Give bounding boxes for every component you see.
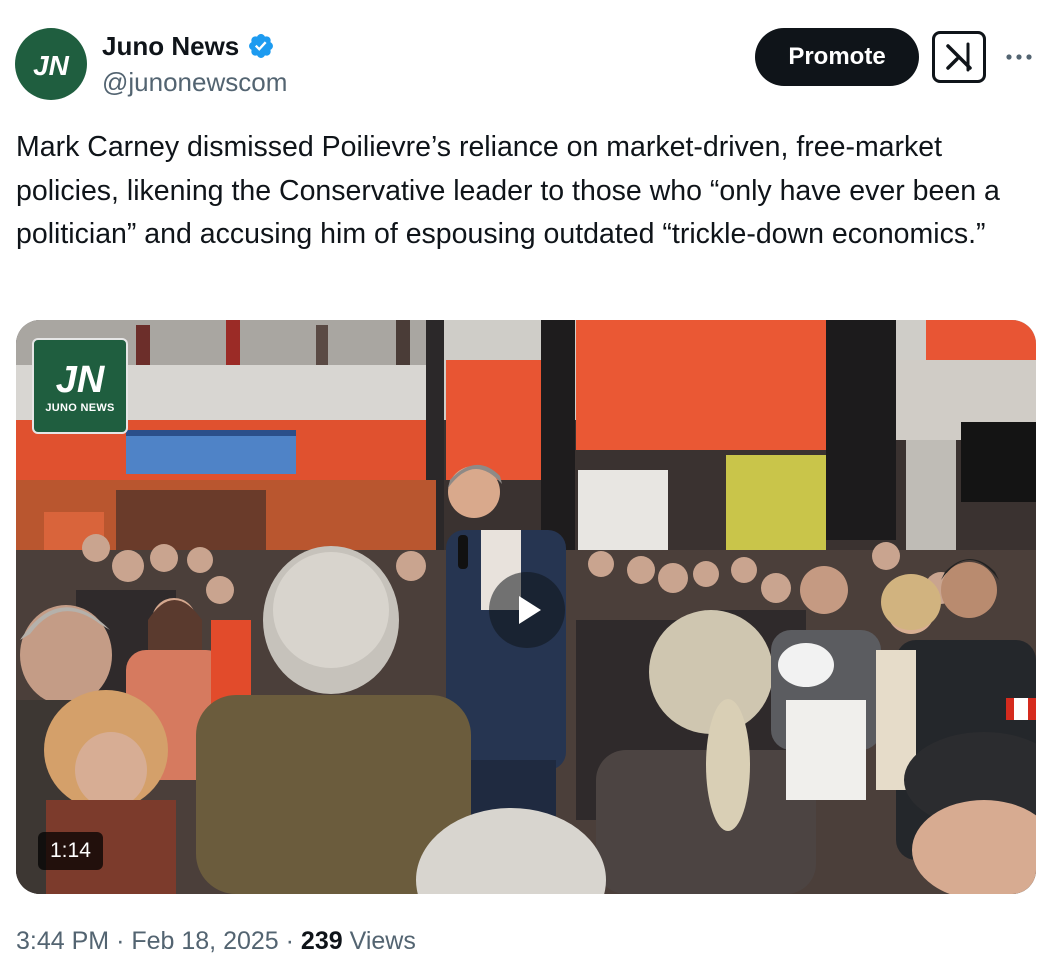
juno-news-logo-icon: JN — [56, 359, 106, 398]
tweet-date[interactable]: Feb 18, 2025 — [131, 927, 278, 955]
tweet-header: JN Juno News @junonewscom Promote — [0, 0, 1054, 110]
author-name-row: Juno News — [102, 30, 275, 62]
promote-button[interactable]: Promote — [755, 28, 919, 86]
tweet-time[interactable]: 3:44 PM — [16, 927, 109, 955]
tweet-meta: 3:44 PM · Feb 18, 2025 · 239 Views — [16, 922, 416, 960]
views-label: Views — [349, 927, 416, 955]
watermark-text: JUNO NEWS — [45, 402, 115, 414]
juno-news-watermark: JN JUNO NEWS — [32, 338, 128, 434]
views-count: 239 — [300, 927, 343, 955]
grok-icon — [946, 42, 972, 72]
more-options-icon — [1006, 54, 1032, 60]
grok-button[interactable] — [932, 31, 986, 83]
tweet-text: Mark Carney dismissed Poilievre’s relian… — [16, 131, 1000, 250]
play-button[interactable] — [489, 572, 565, 648]
play-icon — [519, 596, 541, 624]
video-player[interactable]: JN JUNO NEWS 1:14 — [16, 320, 1036, 894]
avatar[interactable]: JN — [15, 28, 87, 100]
verified-badge-icon — [249, 34, 274, 58]
more-options-button[interactable] — [1002, 40, 1036, 74]
meta-separator: · — [116, 927, 125, 955]
juno-news-logo-icon: JN — [33, 50, 70, 79]
author-display-name[interactable]: Juno News — [102, 30, 239, 62]
svg-text:JN: JN — [33, 50, 70, 79]
author-handle[interactable]: @junonewscom — [102, 66, 287, 98]
meta-separator: · — [285, 927, 294, 955]
svg-text:JN: JN — [56, 359, 106, 398]
video-duration-badge: 1:14 — [38, 832, 103, 870]
